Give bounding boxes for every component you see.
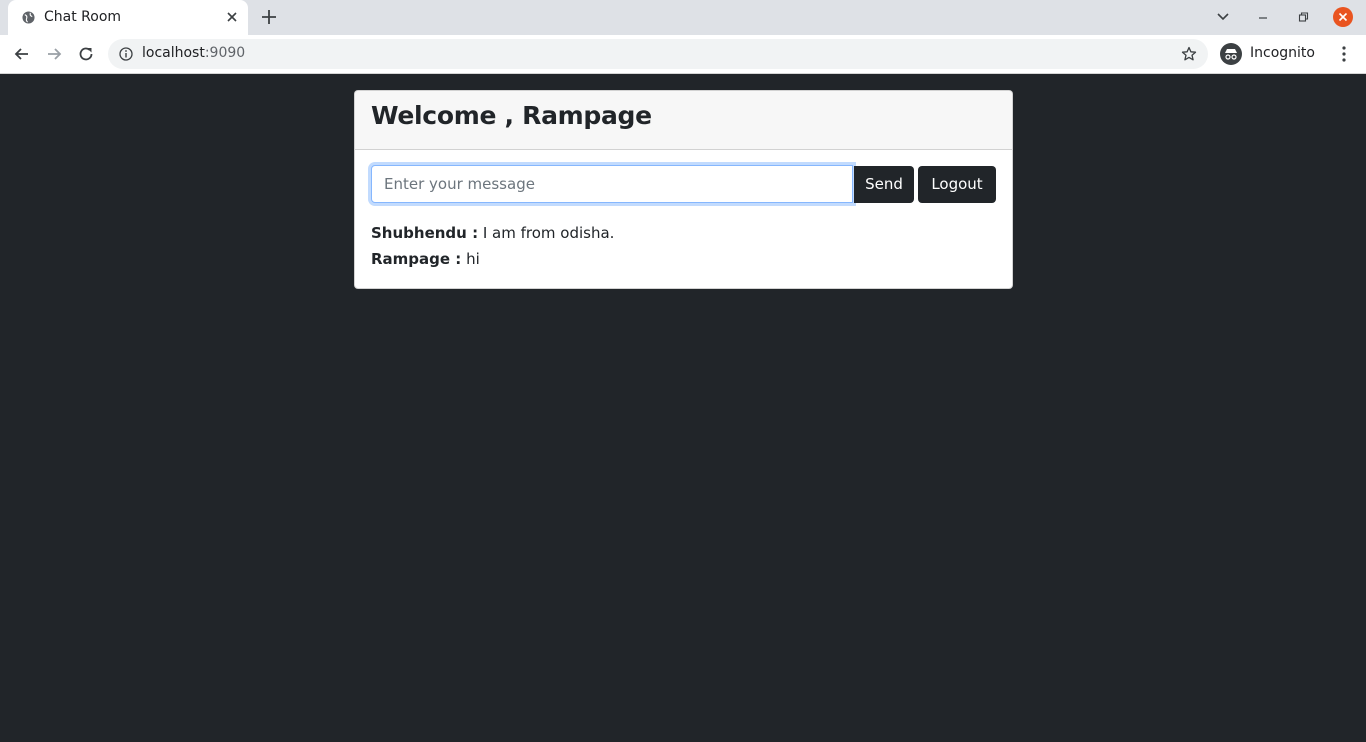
send-button[interactable]: Send	[854, 166, 914, 203]
url-text: localhost:9090	[142, 45, 245, 61]
chevron-down-icon[interactable]	[1216, 12, 1230, 22]
restore-icon[interactable]	[1294, 8, 1312, 26]
url-port: :9090	[204, 45, 246, 61]
globe-icon	[22, 11, 35, 24]
browser-toolbar: localhost:9090 Incognito	[0, 35, 1366, 74]
chat-card: Welcome , Rampage Send Logout Shubhendu …	[354, 90, 1013, 289]
info-icon[interactable]	[119, 47, 133, 61]
new-tab-icon[interactable]	[260, 8, 278, 26]
incognito-profile-button[interactable]: Incognito	[1218, 39, 1326, 69]
address-bar[interactable]: localhost:9090	[108, 39, 1208, 69]
tab-title: Chat Room	[44, 9, 122, 25]
bookmark-star-icon[interactable]	[1181, 46, 1197, 62]
back-arrow-icon[interactable]	[12, 44, 32, 64]
message-item: Rampage : hi	[371, 248, 991, 274]
browser-tabstrip: Chat Room	[0, 0, 1366, 35]
window-close-button[interactable]	[1333, 7, 1353, 27]
message-text: hi	[461, 250, 480, 268]
minimize-icon[interactable]	[1254, 8, 1272, 26]
logout-button[interactable]: Logout	[918, 166, 996, 203]
forward-arrow-icon[interactable]	[44, 44, 64, 64]
close-tab-icon[interactable]	[226, 11, 238, 23]
close-icon	[1338, 12, 1348, 22]
incognito-icon	[1220, 43, 1242, 65]
url-host: localhost	[142, 45, 205, 61]
page-content: Welcome , Rampage Send Logout Shubhendu …	[0, 74, 1366, 742]
more-vert-icon[interactable]	[1336, 44, 1352, 64]
message-item: Shubhendu : I am from odisha.	[371, 222, 991, 248]
message-text: I am from odisha.	[478, 224, 615, 242]
welcome-title: Welcome , Rampage	[371, 101, 652, 130]
browser-tab[interactable]: Chat Room	[8, 0, 248, 35]
incognito-label: Incognito	[1250, 45, 1315, 61]
card-header: Welcome , Rampage	[355, 91, 1012, 150]
message-sender: Rampage :	[371, 250, 462, 268]
message-sender: Shubhendu :	[371, 224, 479, 242]
message-list: Shubhendu : I am from odisha. Rampage : …	[371, 222, 991, 274]
message-input[interactable]	[371, 165, 853, 203]
reload-icon[interactable]	[76, 44, 96, 64]
